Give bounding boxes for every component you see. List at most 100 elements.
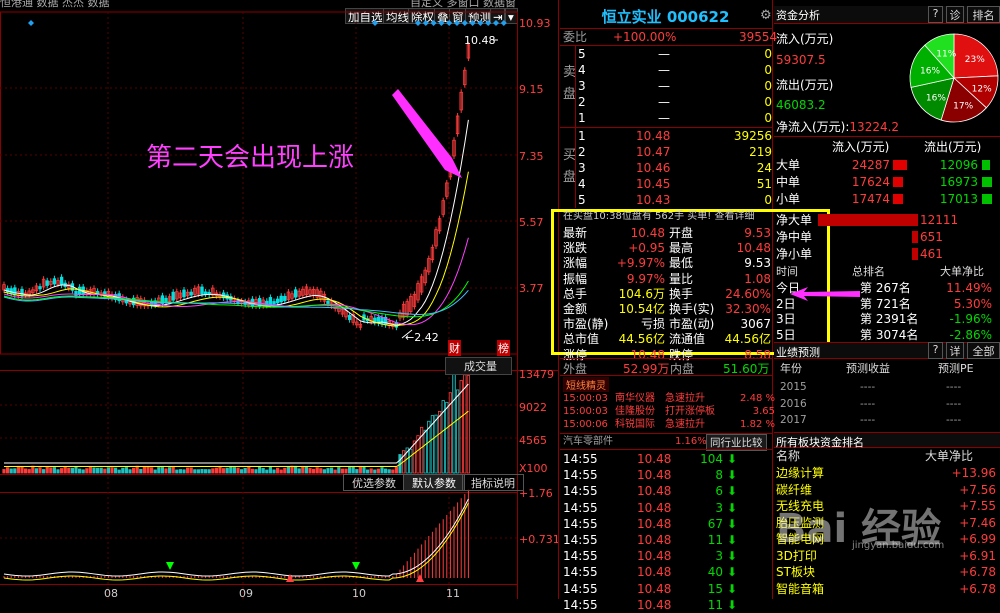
- stock: 科锐国际: [615, 419, 655, 430]
- out-bar: [982, 194, 992, 204]
- level: 2: [578, 95, 586, 109]
- chart-mark: [485, 20, 492, 26]
- weibi-row: 委比 +100.00% 39554: [563, 30, 778, 44]
- value: 44.56亿: [618, 332, 665, 347]
- short-line-tab[interactable]: 短线精灵: [563, 377, 609, 392]
- default-params-button[interactable]: 默认参数: [403, 474, 465, 491]
- label: 开盘: [669, 226, 694, 240]
- rank: 第 721名: [860, 296, 911, 311]
- col-inflow: 流入(万元): [832, 140, 890, 154]
- sector-name: 智能音箱: [776, 581, 825, 596]
- chart-mark: [279, 469, 283, 474]
- stock-title: 恒立实业 000622: [601, 8, 730, 26]
- inflow-label: 流入(万元): [776, 32, 834, 46]
- sector-name: ST板块: [776, 565, 815, 579]
- chart-mark: [301, 465, 305, 474]
- forecast-all-button[interactable]: 全部: [967, 342, 1000, 359]
- chart-mark: [52, 467, 57, 474]
- label: 净中单: [776, 230, 813, 244]
- chart-mark: [232, 467, 236, 474]
- period: 5日: [776, 327, 796, 342]
- chart-mark: [500, 20, 507, 26]
- chart-mark: [45, 466, 49, 474]
- down-arrow-icon: ⬇: [727, 468, 738, 483]
- chart-mark: [352, 562, 360, 570]
- chart-mark: [290, 465, 294, 474]
- notice-line[interactable]: 在买盘10:38位盘有 562手 买单! 查看详细: [563, 209, 754, 225]
- chart-mark: [430, 20, 437, 26]
- chart-mark: [358, 466, 363, 474]
- value: 1.82 %: [740, 419, 775, 430]
- chart-mark: [96, 467, 100, 474]
- chart-mark: [59, 276, 64, 286]
- label: 净大单: [776, 213, 813, 227]
- ranking-button[interactable]: 排名: [967, 6, 1000, 23]
- sector-ratio: +7.56: [959, 482, 996, 497]
- pointer-arrow: [790, 287, 860, 301]
- chart-mark: [308, 468, 312, 474]
- year: 2016: [780, 397, 807, 410]
- y-tick: 7.35: [519, 150, 544, 163]
- in-bar: [893, 160, 907, 170]
- value: 651: [920, 230, 943, 244]
- volume: 40: [707, 565, 723, 580]
- pe: ----: [946, 414, 962, 426]
- pe: ----: [946, 397, 962, 410]
- price: 10.48: [637, 484, 672, 499]
- chart-mark: [60, 468, 64, 474]
- value: 3067: [740, 317, 771, 332]
- stock: 南华仪器: [615, 393, 655, 404]
- ranking-marker[interactable]: 榜: [497, 340, 510, 356]
- chart-mark: [196, 469, 200, 474]
- preferred-params-button[interactable]: 优选参数: [343, 474, 405, 491]
- chart-mark: [135, 465, 139, 474]
- chart-mark: [268, 297, 273, 306]
- volume: 11: [707, 533, 723, 547]
- kline-chart-area[interactable]: 恒港通 数据 杰杰 数据 自定义 多窗口 数据窗 加自选 均线 除权 叠 窗 预…: [0, 0, 558, 599]
- indicator-help-button[interactable]: 指标说明: [462, 474, 524, 491]
- eps: ----: [860, 397, 876, 410]
- chart-mark: [88, 466, 92, 474]
- finance-marker[interactable]: 财: [448, 340, 461, 356]
- chart-mark: [23, 468, 28, 474]
- volume: 3: [715, 500, 723, 515]
- in-bar: [893, 194, 903, 204]
- chart-mark: [74, 290, 78, 296]
- inflow: 17474: [851, 192, 890, 206]
- value: 9.97%: [626, 271, 665, 286]
- price: 10.48: [637, 516, 672, 531]
- chart-mark: [362, 466, 366, 474]
- forecast-detail-button[interactable]: 详: [946, 342, 964, 359]
- volume: 24: [756, 161, 772, 175]
- diagnose-button[interactable]: 诊: [946, 6, 964, 23]
- chart-mark: [189, 291, 193, 296]
- chart-mark: [13, 468, 17, 474]
- value: 104.6万: [618, 286, 665, 301]
- chart-mark: [214, 467, 218, 474]
- chart-mark: [459, 380, 463, 474]
- forecast-help-button[interactable]: ?: [928, 342, 943, 359]
- help-button[interactable]: ?: [928, 6, 943, 23]
- chart-mark: [311, 468, 316, 474]
- chart-mark: [110, 467, 114, 474]
- chart-mark: [67, 467, 71, 474]
- sector-name-header: 名称: [776, 449, 801, 463]
- sector-header: 所有板块资金排名: [774, 432, 1000, 449]
- chart-mark: [185, 467, 190, 474]
- label: 市盈(静): [563, 317, 609, 332]
- chart-mark: [6, 467, 10, 474]
- volume: 3: [715, 549, 723, 564]
- gear-icon[interactable]: ⚙: [760, 8, 772, 23]
- time-header: 时间: [776, 265, 798, 278]
- chart-mark: [2, 469, 6, 474]
- chart-mark: [337, 467, 341, 474]
- level: 2: [578, 145, 586, 159]
- chart-mark: [203, 291, 208, 295]
- value: 461: [920, 247, 943, 261]
- bigratio-header: 大单净比: [940, 265, 984, 278]
- chart-mark: [279, 295, 283, 303]
- value: 9.53: [744, 226, 771, 240]
- time: 14:55: [563, 533, 598, 547]
- chart-mark: [315, 467, 319, 474]
- price: —: [658, 47, 670, 61]
